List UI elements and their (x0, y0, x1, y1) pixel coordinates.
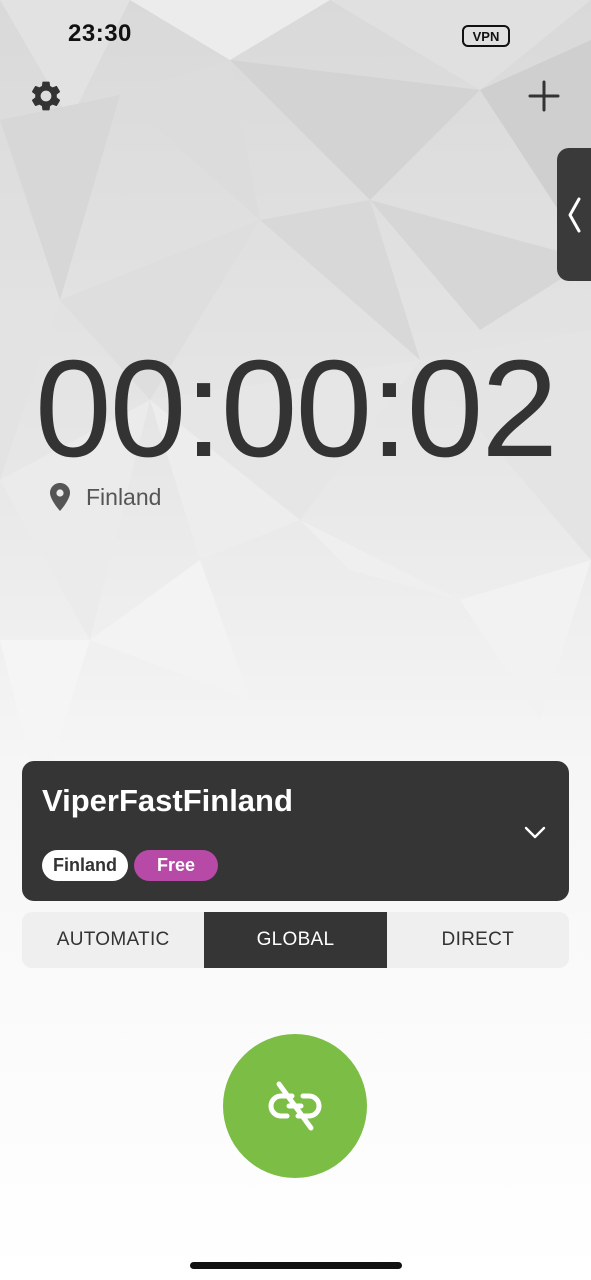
country-tag: Finland (42, 850, 128, 881)
server-name: ViperFastFinland (42, 783, 293, 818)
current-location: Finland (48, 482, 161, 512)
mode-direct[interactable]: DIRECT (387, 912, 569, 968)
server-selector-card[interactable]: ViperFastFinland Finland Free (22, 761, 569, 901)
plus-icon (528, 80, 560, 112)
add-button[interactable] (526, 78, 562, 114)
chevron-down-icon[interactable] (522, 819, 548, 845)
home-indicator (190, 1262, 402, 1269)
connection-timer: 00:00:02 (34, 332, 558, 486)
unlink-icon (268, 1081, 322, 1131)
gear-icon (31, 81, 61, 111)
mode-global[interactable]: GLOBAL (204, 912, 387, 968)
vpn-status-badge: VPN (462, 25, 510, 47)
mode-automatic[interactable]: AUTOMATIC (22, 912, 204, 968)
chevron-left-icon (568, 197, 581, 232)
settings-button[interactable] (28, 78, 64, 114)
location-label: Finland (86, 483, 162, 510)
side-panel-tab[interactable] (557, 148, 591, 281)
plan-tag: Free (134, 850, 218, 881)
connect-button[interactable] (223, 1034, 367, 1178)
proxy-mode-selector: AUTOMATIC GLOBAL DIRECT (22, 912, 569, 968)
status-time: 23:30 (68, 20, 132, 47)
map-pin-icon (50, 483, 70, 511)
